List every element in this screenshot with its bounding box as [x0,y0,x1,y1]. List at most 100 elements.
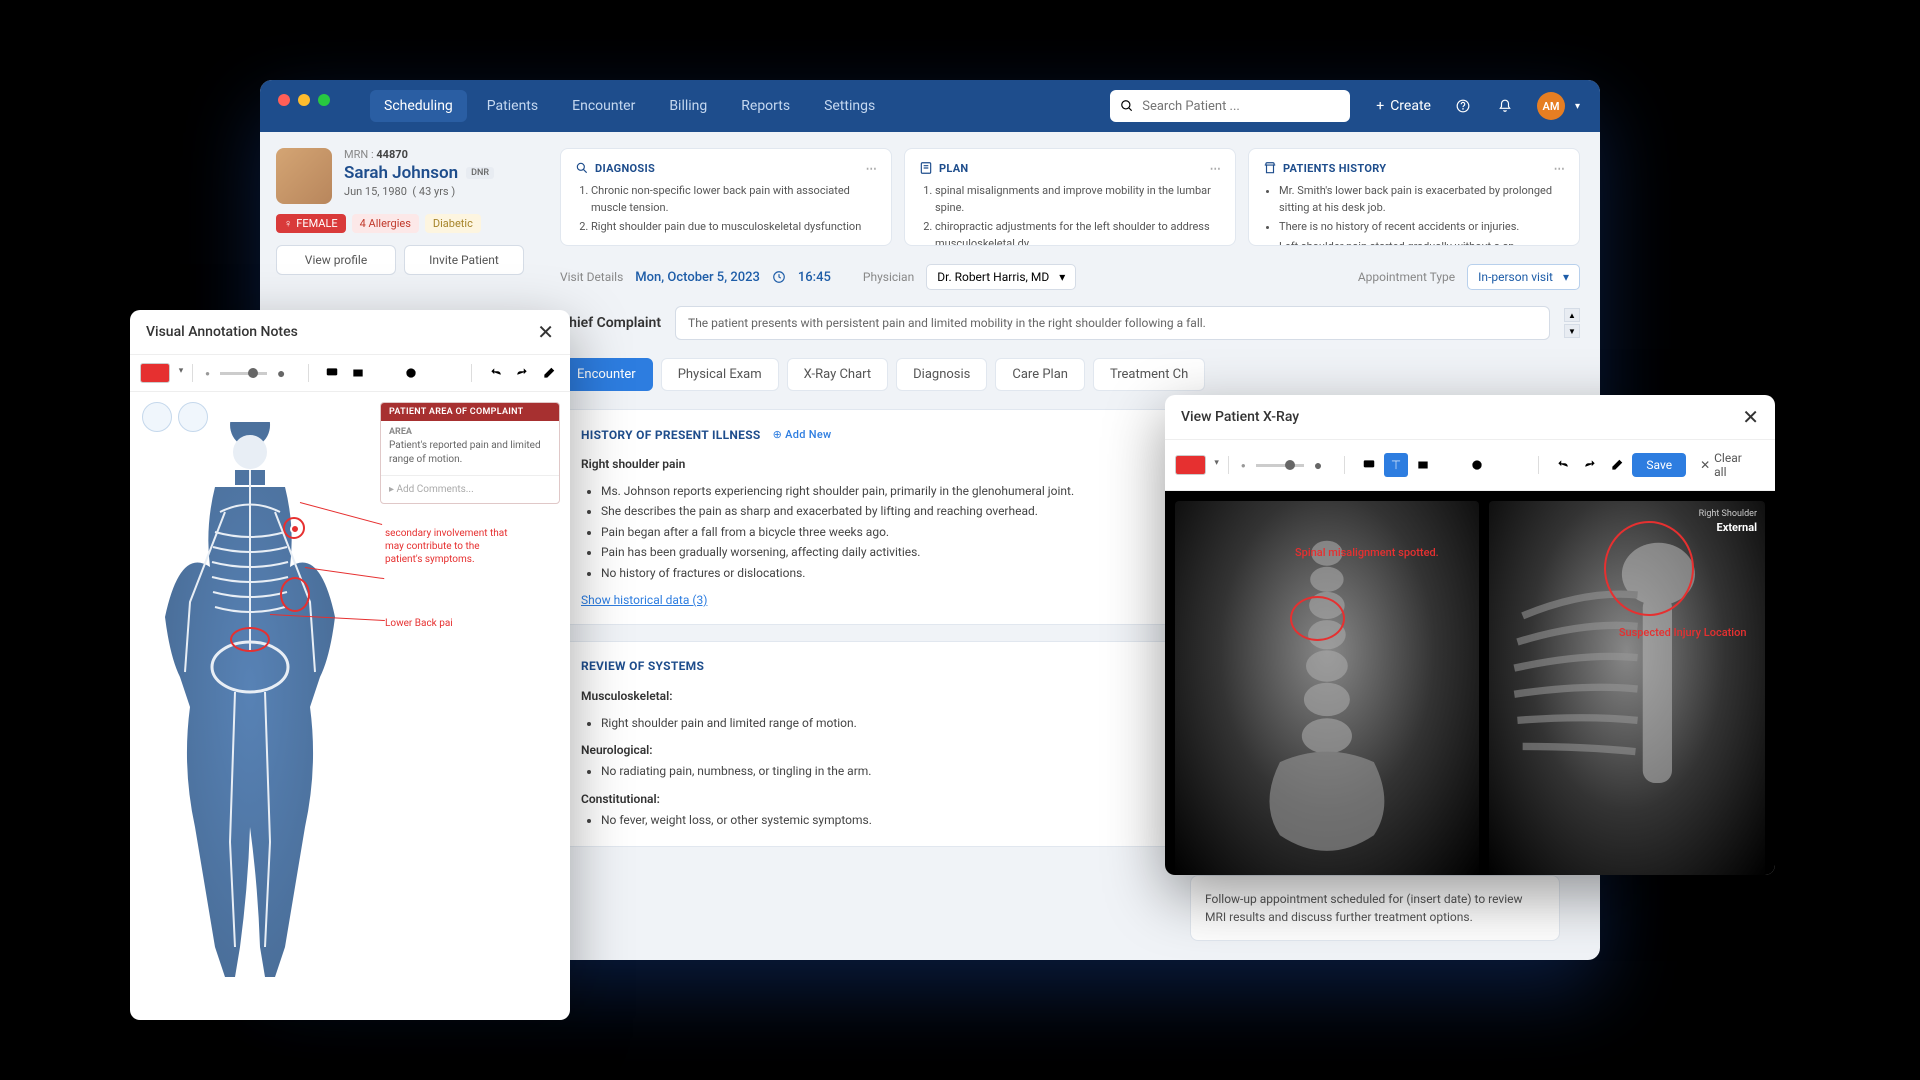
tab-diagnosis[interactable]: Diagnosis [896,358,987,391]
visit-details-bar: Visit Details Mon, October 5, 2023 16:45… [560,264,1580,290]
bell-icon[interactable] [1495,96,1515,116]
add-comment-input[interactable]: ▸ Add Comments... [381,475,559,503]
xray-image-tag: Right ShoulderExternal [1699,509,1757,535]
xray-title: View Patient X-Ray [1181,409,1299,425]
back-annotation-label: Lower Back pai [385,617,515,630]
comment-tool[interactable] [320,361,343,385]
tab-treatment[interactable]: Treatment Ch [1093,358,1205,391]
close-icon[interactable]: ✕ [537,322,554,342]
annotation-title: Visual Annotation Notes [146,324,298,340]
rectangle-tool[interactable] [347,361,370,385]
circle-tool[interactable] [400,361,423,385]
xray-toolbar: ● ● Save ✕ Clear all [1165,440,1775,491]
scroll-up-button[interactable]: ▲ [1564,308,1580,322]
line-tool[interactable] [1439,453,1462,477]
xray-spine-image[interactable]: Spinal misalignment spotted. [1175,501,1479,875]
xray-shoulder-image[interactable]: Right ShoulderExternal Suspected Injury … [1489,501,1765,875]
search-patient-input[interactable] [1142,99,1340,114]
card-menu[interactable]: ⋯ [866,162,877,175]
body-illustration[interactable]: secondary involvement that may contribut… [130,392,370,1018]
chevron-down-icon: ▾ [1563,270,1569,284]
line-tool[interactable] [374,361,397,385]
appointment-type-select[interactable]: In-person visit▾ [1467,264,1580,290]
color-picker[interactable] [140,363,170,383]
color-picker[interactable] [1175,455,1206,475]
back-marker[interactable] [230,627,270,652]
comment-tool[interactable] [1357,453,1380,477]
minimize-window[interactable] [298,94,310,106]
redo-button[interactable] [1578,453,1601,477]
clear-all-button[interactable]: ✕ Clear all [1690,446,1765,484]
search-patient-box[interactable] [1110,90,1350,122]
help-icon[interactable] [1453,96,1473,116]
chief-complaint-input[interactable]: The patient presents with persistent pai… [675,306,1550,340]
scroll-down-button[interactable]: ▼ [1564,324,1580,338]
nav-patients[interactable]: Patients [473,90,552,122]
view-profile-button[interactable]: View profile [276,245,396,275]
patient-photo [276,148,332,204]
add-new-hpi[interactable]: ⊕ Add New [773,428,832,441]
tab-care-plan[interactable]: Care Plan [995,358,1085,391]
spine-annotation-label: Spinal misalignment spotted. [1295,546,1439,559]
circle-tool[interactable] [1466,453,1489,477]
chevron-down-icon: ▾ [1059,270,1065,284]
visit-time: 16:45 [798,270,831,285]
redo-button[interactable] [511,361,534,385]
chief-complaint-label: Chief Complaint [560,315,661,331]
window-controls [278,94,330,106]
save-button[interactable]: Save [1632,453,1686,477]
history-icon [1263,161,1277,175]
search-icon [1120,99,1134,113]
hpi-entry-title: Right shoulder pain [581,457,685,471]
encounter-tabs: Encounter Physical Exam X-Ray Chart Diag… [560,358,1580,391]
condition-tag[interactable]: Diabetic [425,214,481,233]
nav-reports[interactable]: Reports [727,90,804,122]
text-tool[interactable] [427,361,450,385]
plan-icon [919,161,933,175]
shoulder-annotation-circle[interactable] [1604,521,1694,616]
diagnosis-icon [575,161,589,175]
nav-encounter[interactable]: Encounter [558,90,649,122]
top-nav: Scheduling Patients Encounter Billing Re… [260,80,1600,132]
show-historical-link[interactable]: Show historical data (3) [581,593,707,607]
tab-physical-exam[interactable]: Physical Exam [661,358,779,391]
patient-tags: ♀ FEMALE 4 Allergies Diabetic [276,214,524,233]
allergy-tag[interactable]: 4 Allergies [352,214,419,233]
close-window[interactable] [278,94,290,106]
mrn-line: MRN : 44870 [344,148,524,161]
text-tool[interactable] [1384,453,1407,477]
dnr-badge: DNR [466,167,494,179]
create-button[interactable]: + Create [1376,98,1431,114]
card-menu[interactable]: ⋯ [1210,162,1221,175]
maximize-window[interactable] [318,94,330,106]
nav-settings[interactable]: Settings [810,90,889,122]
annotation-panel: Visual Annotation Notes ✕ ● ● [130,310,570,1020]
undo-button[interactable] [1551,453,1574,477]
invite-patient-button[interactable]: Invite Patient [404,245,524,275]
shoulder-annotation-label: Suspected Injury Location [1619,626,1747,639]
card-menu[interactable]: ⋯ [1554,162,1565,175]
complaint-area-box: PATIENT AREA OF COMPLAINT AREA Patient's… [380,402,560,504]
history-card: PATIENTS HISTORY⋯ Mr. Smith's lower back… [1248,148,1580,246]
plus-icon: + [1376,98,1384,114]
tab-xray-chart[interactable]: X-Ray Chart [787,358,888,391]
brush-size-slider[interactable] [220,372,267,375]
tab-encounter[interactable]: Encounter [560,358,653,391]
shoulder-marker[interactable] [283,517,305,539]
spine-annotation-circle[interactable] [1290,596,1345,641]
nav-scheduling[interactable]: Scheduling [370,90,467,122]
brush-size-slider[interactable] [1256,464,1304,467]
followup-note: Follow-up appointment scheduled for (ins… [1190,875,1560,941]
eraser-tool[interactable] [1605,453,1628,477]
nav-billing[interactable]: Billing [655,90,721,122]
arm-marker[interactable] [280,577,310,612]
physician-select[interactable]: Dr. Robert Harris, MD▾ [926,264,1076,290]
user-avatar[interactable]: AM [1537,92,1565,120]
rectangle-tool[interactable] [1412,453,1435,477]
undo-button[interactable] [484,361,507,385]
close-icon[interactable]: ✕ [1742,407,1759,427]
chevron-down-icon[interactable]: ▾ [1575,101,1580,112]
plan-card: PLAN⋯ spinal misalignments and improve m… [904,148,1236,246]
draw-tool[interactable] [1493,453,1516,477]
eraser-tool[interactable] [537,361,560,385]
